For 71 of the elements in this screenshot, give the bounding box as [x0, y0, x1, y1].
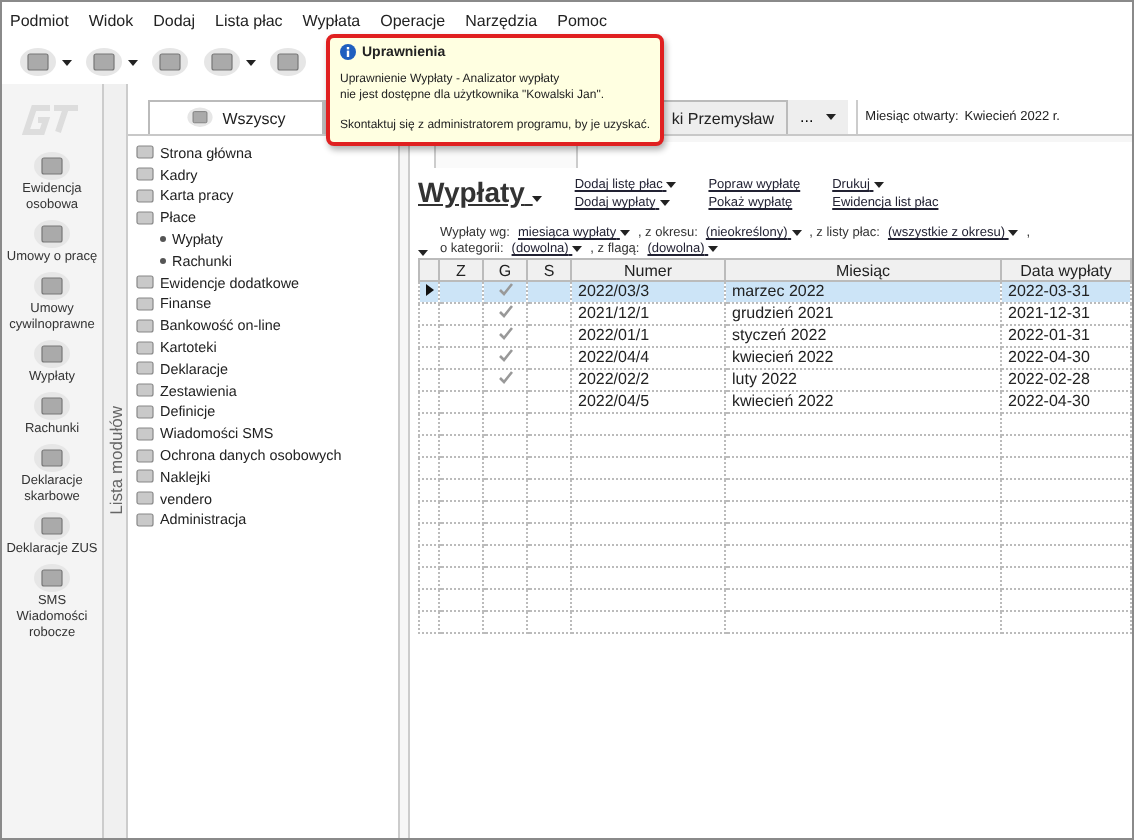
table-cell: marzec 2022: [725, 281, 1001, 303]
menu-item[interactable]: Wypłata: [302, 12, 361, 30]
caret-icon: [62, 59, 72, 65]
table-cell: 2022/02/2: [571, 369, 725, 391]
table-cell: 2022-03-31: [1001, 281, 1131, 303]
menu-item[interactable]: Lista płac: [215, 12, 283, 30]
table-cell: 2022/01/1: [571, 325, 725, 347]
caret-icon: [246, 59, 256, 65]
caret-icon: [128, 59, 138, 65]
caret-icon: [825, 114, 836, 120]
bullet-icon: [160, 257, 166, 264]
table-cell: 2022/03/3: [571, 281, 725, 303]
table-cell: 2021/12/1: [571, 303, 725, 325]
module-icon: [32, 338, 72, 370]
module-icon: [32, 270, 72, 302]
table-row[interactable]: 2022/04/4 kwiecień 2022 2022-04-30: [419, 347, 1131, 369]
caret-icon: [572, 246, 583, 252]
table-cell: kwiecień 2022: [725, 347, 1001, 369]
menu-item[interactable]: Widok: [88, 12, 134, 30]
column-header[interactable]: G: [483, 259, 527, 281]
toolbar-button[interactable]: [84, 46, 138, 78]
table-row[interactable]: 2021/12/1 grudzień 2021 2021-12-31: [419, 303, 1131, 325]
column-header[interactable]: Z: [439, 259, 483, 281]
caret-icon: [666, 182, 677, 188]
column-header[interactable]: S: [527, 259, 571, 281]
caret-icon: [873, 182, 884, 188]
caret-icon: [708, 246, 719, 252]
column-header[interactable]: Numer: [571, 259, 725, 281]
strip-label: Lista modułów: [105, 406, 125, 516]
module-icon: [32, 150, 72, 182]
menu-item[interactable]: Pomoc: [557, 12, 608, 30]
bullet-icon: [160, 236, 166, 243]
column-header[interactable]: Miesiąc: [725, 259, 1001, 281]
toolbar-button[interactable]: [202, 46, 256, 78]
table-row[interactable]: 2022/02/2 luty 2022 2022-02-28: [419, 369, 1131, 391]
caret-icon: [619, 230, 630, 236]
module-icon: [32, 390, 72, 422]
module-icon: [32, 442, 72, 474]
module-icon: [32, 218, 72, 250]
caret-icon: [791, 230, 802, 236]
table-cell: styczeń 2022: [725, 325, 1001, 347]
table-row[interactable]: 2022/03/3 marzec 2022 2022-03-31: [419, 281, 1131, 303]
module-icon: [32, 510, 72, 542]
menu-item[interactable]: Dodaj: [153, 12, 195, 30]
column-header[interactable]: Data wypłaty: [1001, 259, 1131, 281]
table-cell: 2022-04-30: [1001, 391, 1131, 413]
table-cell: 2022-02-28: [1001, 369, 1131, 391]
table-cell: 2022-01-31: [1001, 325, 1131, 347]
menu-item[interactable]: Podmiot: [10, 12, 69, 30]
more-button[interactable]: ...: [788, 100, 848, 134]
tab[interactable]: Wszyscy: [148, 100, 324, 134]
row-pointer-icon: [426, 284, 434, 296]
page-heading[interactable]: Wypłaty: [418, 176, 543, 208]
caret-icon: [532, 196, 543, 202]
caret-icon: [659, 200, 670, 206]
table-cell: 2022/04/5: [571, 391, 725, 413]
info-icon: [340, 44, 356, 60]
menu-item[interactable]: Operacje: [380, 12, 446, 30]
table-cell: kwiecień 2022: [725, 391, 1001, 413]
table-cell: 2022/04/4: [571, 347, 725, 369]
table-cell: 2021-12-31: [1001, 303, 1131, 325]
table-row[interactable]: 2022/04/5 kwiecień 2022 2022-04-30: [419, 391, 1131, 413]
table-row[interactable]: 2022/01/1 styczeń 2022 2022-01-31: [419, 325, 1131, 347]
toolbar-button[interactable]: [18, 46, 72, 78]
module-icon: [32, 562, 72, 594]
table-cell: grudzień 2021: [725, 303, 1001, 325]
table-cell: 2022-04-30: [1001, 347, 1131, 369]
modules-strip[interactable]: Lista modułów: [104, 84, 128, 838]
menu-item[interactable]: Narzędzia: [465, 12, 538, 30]
caret-icon: [1008, 230, 1019, 236]
table-cell: luty 2022: [725, 369, 1001, 391]
